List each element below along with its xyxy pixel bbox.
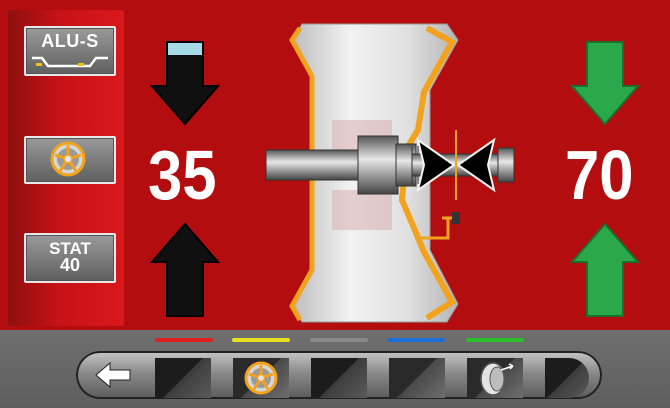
- stat-button[interactable]: STAT 40: [24, 233, 116, 283]
- left-up-arrow-icon: [150, 222, 220, 317]
- led-red: [155, 338, 213, 342]
- function-key-6[interactable]: [545, 358, 589, 398]
- back-button[interactable]: [82, 357, 142, 393]
- rim-profile-icon: [32, 56, 108, 68]
- left-plane-value: 35: [148, 136, 217, 214]
- led-gray: [310, 338, 368, 342]
- main-display: ALU-S STAT 40 35 70: [0, 0, 670, 330]
- alu-mode-label: ALU-S: [41, 31, 99, 51]
- alu-mode-button[interactable]: ALU-S: [24, 26, 116, 76]
- function-key-5[interactable]: [467, 358, 523, 398]
- mode-sidebar: ALU-S STAT 40: [8, 10, 124, 326]
- led-blue: [387, 338, 445, 342]
- tire-side-icon: [480, 362, 514, 396]
- right-up-arrow-icon: [570, 222, 640, 317]
- back-arrow-icon: [95, 361, 131, 389]
- function-key-bar: [0, 330, 670, 408]
- stat-value: 40: [59, 255, 81, 275]
- balancer-screen: ALU-S STAT 40 35 70: [0, 0, 670, 408]
- led-yellow: [232, 338, 290, 342]
- left-down-arrow-icon: [150, 41, 220, 126]
- function-key-1[interactable]: [155, 358, 211, 398]
- led-green: [466, 338, 524, 342]
- right-down-arrow-icon: [570, 41, 640, 126]
- function-key-3[interactable]: [311, 358, 367, 398]
- right-plane-value: 70: [565, 136, 634, 214]
- wheel-cross-section: [265, 23, 515, 323]
- function-key-4[interactable]: [389, 358, 445, 398]
- soft-key-strip: [76, 351, 602, 399]
- function-key-2[interactable]: [233, 358, 289, 398]
- wheel-type-button[interactable]: [24, 136, 116, 184]
- wheel-rim-icon: [244, 361, 278, 395]
- wheel-rim-icon: [50, 141, 86, 177]
